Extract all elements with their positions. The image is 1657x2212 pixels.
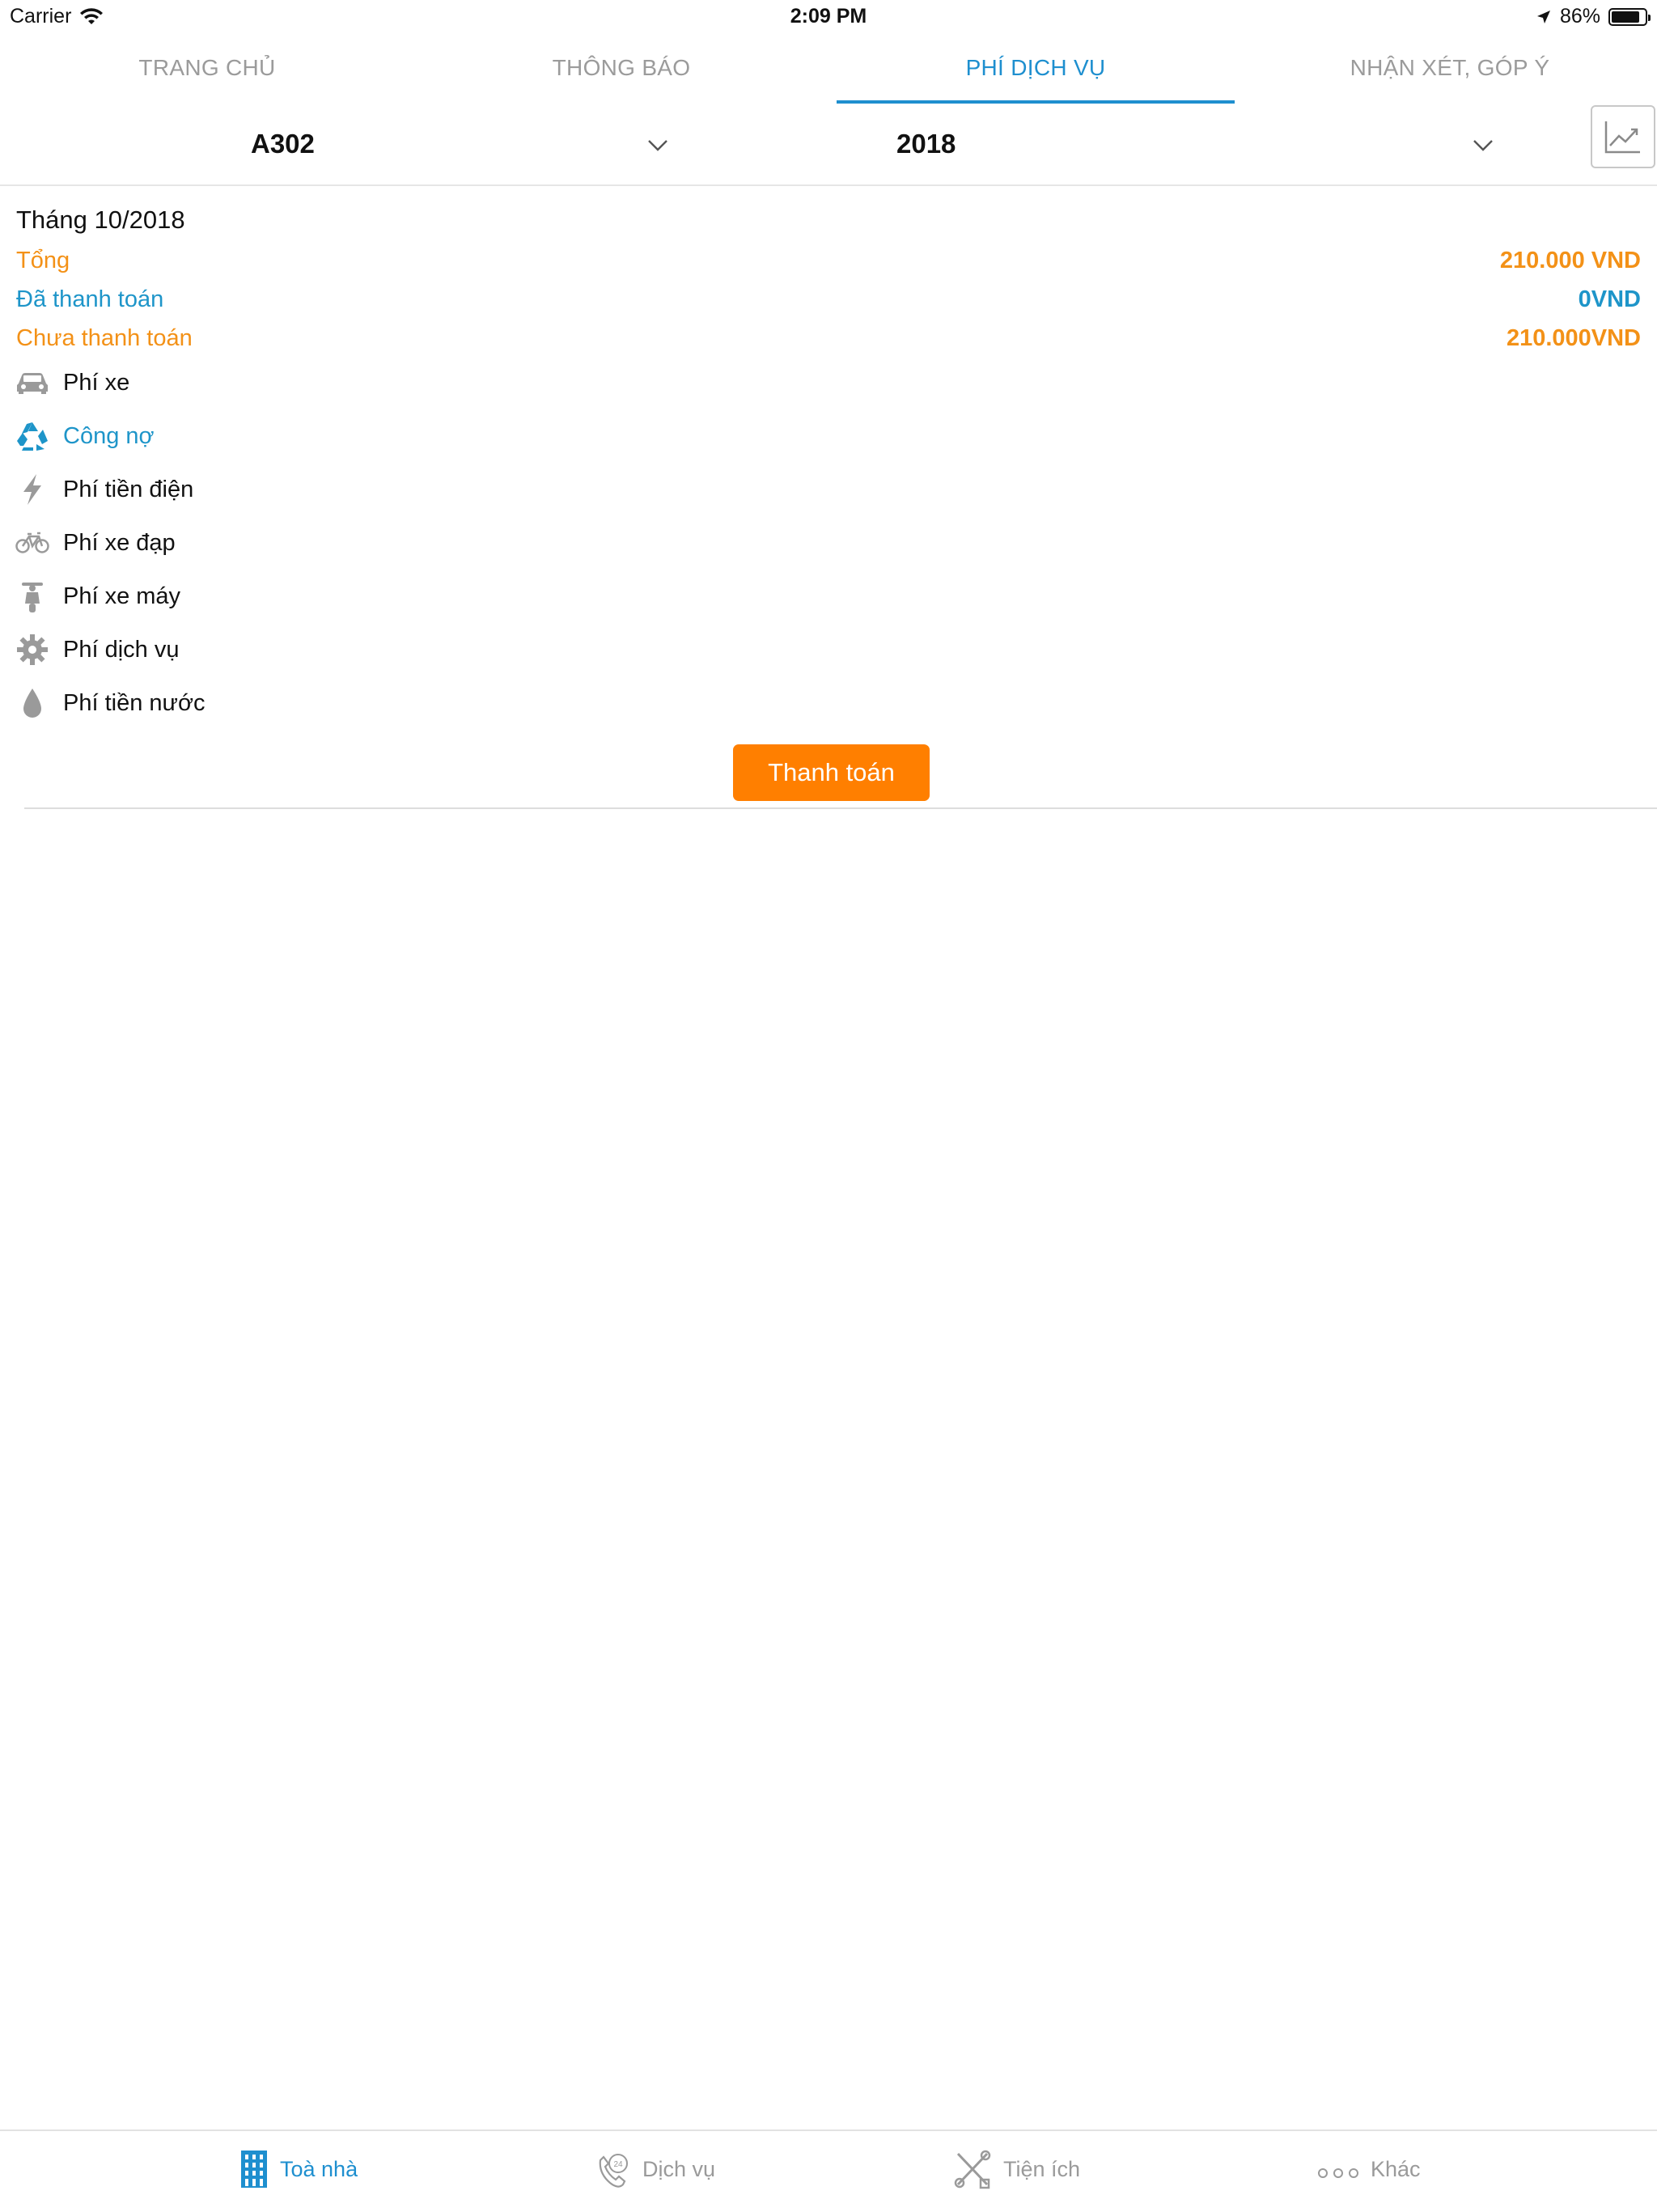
tab-trang-chu[interactable]: TRANG CHỦ xyxy=(0,34,414,104)
bottom-tab-dich-vu[interactable]: 24 Dịch vụ xyxy=(595,2149,715,2189)
apartment-select[interactable]: A302 xyxy=(0,104,680,184)
fee-label: Phí dịch vụ xyxy=(63,636,180,663)
tab-thong-bao[interactable]: THÔNG BÁO xyxy=(414,34,828,104)
svg-text:24: 24 xyxy=(613,2160,623,2169)
total-row: Tổng 210.000 VND xyxy=(16,248,1641,280)
tab-phi-dich-vu[interactable]: PHÍ DỊCH VỤ xyxy=(828,34,1243,104)
fee-item-phi-xe-dap[interactable]: Phí xe đạp xyxy=(15,516,205,570)
bottom-tab-bar: Toà nhà 24 Dịch vụ Tiện ích Khác xyxy=(0,2129,1657,2212)
tab-nhan-xet-gop-y[interactable]: NHẬN XÉT, GÓP Ý xyxy=(1243,34,1657,104)
fee-label: Công nợ xyxy=(63,422,155,449)
fee-label: Phí xe xyxy=(63,369,130,396)
fee-item-phi-tien-dien[interactable]: Phí tiền điện xyxy=(15,463,205,516)
paid-label: Đã thanh toán xyxy=(16,286,164,312)
gear-icon xyxy=(15,632,50,667)
status-right: 86% xyxy=(1536,5,1651,28)
trend-chart-icon xyxy=(1604,121,1640,154)
fee-item-phi-xe[interactable]: Phí xe xyxy=(15,356,205,409)
bottom-tab-tien-ich[interactable]: Tiện ích xyxy=(953,2149,1080,2189)
bottom-tab-toa-nha[interactable]: Toà nhà xyxy=(239,2149,358,2189)
water-drop-icon xyxy=(15,685,50,721)
tools-icon xyxy=(954,2150,991,2189)
paid-value: 0VND xyxy=(1578,286,1641,312)
year-value: 2018 xyxy=(896,129,956,159)
scooter-icon xyxy=(15,578,50,614)
bottom-tab-khac[interactable]: Khác xyxy=(1317,2149,1421,2189)
location-arrow-icon xyxy=(1536,10,1550,23)
fee-label: Phí tiền nước xyxy=(63,689,206,716)
battery-percent: 86% xyxy=(1559,5,1600,28)
battery-icon xyxy=(1608,7,1651,26)
year-select[interactable]: 2018 xyxy=(841,104,1505,184)
car-icon xyxy=(15,365,50,400)
building-icon xyxy=(241,2151,267,2188)
filter-row: A302 2018 xyxy=(0,104,1657,186)
lightning-icon xyxy=(15,472,50,507)
divider xyxy=(24,807,1657,809)
fee-label: Phí xe máy xyxy=(63,583,181,609)
unpaid-label: Chưa thanh toán xyxy=(16,325,193,351)
apartment-value: A302 xyxy=(251,129,315,159)
status-bar: Carrier 2:09 PM 86% xyxy=(0,0,1657,34)
paid-row: Đã thanh toán 0VND xyxy=(16,286,1641,319)
month-title: Tháng 10/2018 xyxy=(16,206,185,234)
phone-24-icon: 24 xyxy=(599,2154,628,2188)
fee-item-phi-xe-may[interactable]: Phí xe máy xyxy=(15,570,205,623)
chevron-down-icon xyxy=(1473,140,1493,151)
total-label: Tổng xyxy=(16,248,70,273)
fee-label: Phí xe đạp xyxy=(63,529,176,556)
bicycle-icon xyxy=(15,525,50,561)
bottom-tab-label: Dịch vụ xyxy=(642,2156,716,2181)
bottom-tab-label: Toà nhà xyxy=(280,2156,358,2181)
chevron-down-icon xyxy=(648,140,667,151)
more-dots-icon xyxy=(1318,2168,1358,2178)
total-value: 210.000 VND xyxy=(1499,248,1641,273)
bottom-tab-label: Tiện ích xyxy=(1003,2156,1081,2181)
recycle-icon xyxy=(15,418,50,454)
fee-item-phi-dich-vu[interactable]: Phí dịch vụ xyxy=(15,623,205,676)
fee-item-phi-tien-nuoc[interactable]: Phí tiền nước xyxy=(15,676,205,730)
pay-button[interactable]: Thanh toán xyxy=(733,744,930,801)
unpaid-value: 210.000VND xyxy=(1506,325,1641,351)
fee-list: Phí xe Công nợ Phí tiền điện Phí xe đạp … xyxy=(15,356,205,730)
fee-item-cong-no[interactable]: Công nợ xyxy=(15,409,205,463)
fee-label: Phí tiền điện xyxy=(63,476,194,502)
chart-button[interactable] xyxy=(1591,105,1655,168)
status-time: 2:09 PM xyxy=(790,5,867,28)
top-tabs: TRANG CHỦ THÔNG BÁO PHÍ DỊCH VỤ NHẬN XÉT… xyxy=(0,34,1657,104)
unpaid-row: Chưa thanh toán 210.000VND xyxy=(16,325,1641,358)
bottom-tab-label: Khác xyxy=(1371,2156,1421,2181)
